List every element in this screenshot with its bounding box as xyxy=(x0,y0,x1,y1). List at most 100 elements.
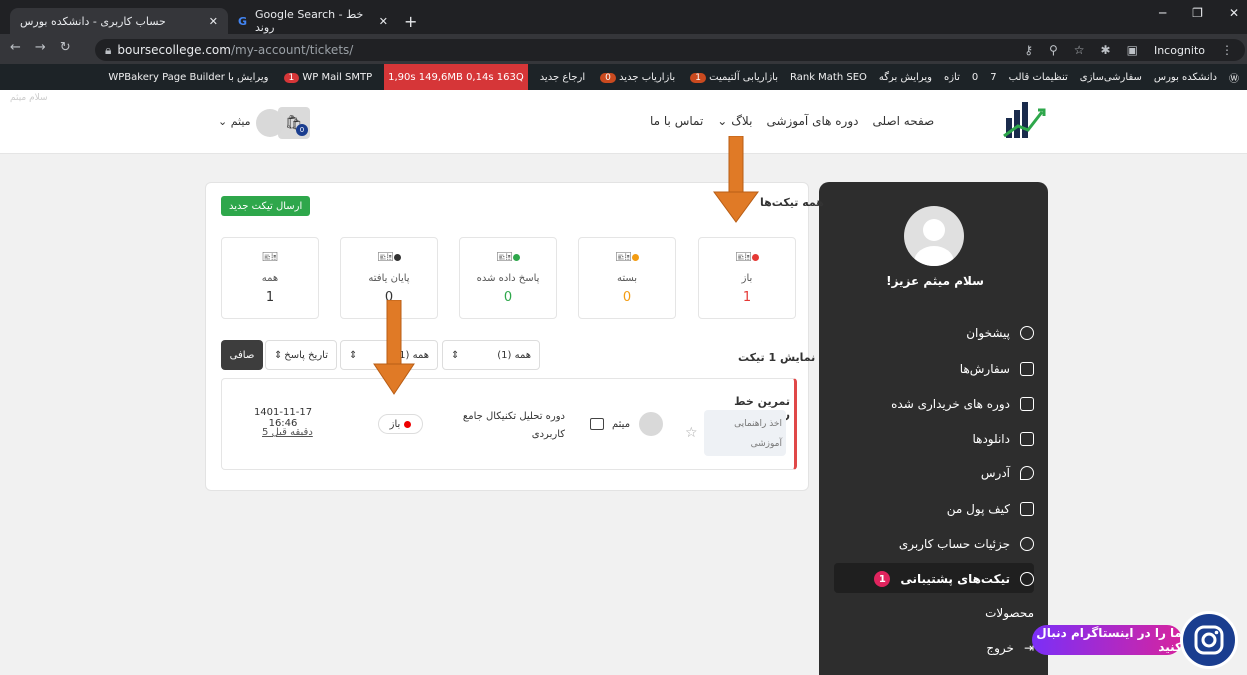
forward-icon[interactable]: → xyxy=(35,40,46,55)
sidebar-item-label: تیکت‌های پشتیبانی xyxy=(900,572,1010,586)
tab-title: Google Search - خط روند xyxy=(255,8,364,34)
dashboard-icon xyxy=(1020,326,1034,340)
user-name: میثم xyxy=(230,115,251,128)
select-arrows-icon: ⇕ xyxy=(451,349,460,361)
wp-logo-icon[interactable]: Ⓦ xyxy=(1229,70,1239,85)
key-icon[interactable]: ⚷ xyxy=(1024,43,1033,57)
stat-value: 0 xyxy=(503,290,513,305)
ticket-icon: 🎫︎ xyxy=(261,250,279,265)
admin-item[interactable]: ویرایش برگه xyxy=(879,72,932,83)
user-circle-icon xyxy=(1020,537,1034,551)
sidebar-item-label: پیشخوان xyxy=(966,326,1010,340)
admin-item[interactable]: 0 xyxy=(972,72,978,83)
google-icon: G xyxy=(238,14,248,28)
category-primary: اخذ راهنمایی xyxy=(734,419,782,429)
sidebar-item-label: آدرس xyxy=(980,466,1010,480)
admin-item-label: بازاریاب جدید xyxy=(619,71,676,83)
stat-all[interactable]: 🎫︎ همه 1 xyxy=(221,237,319,319)
restore-icon[interactable]: ❐ xyxy=(1192,6,1203,20)
back-icon[interactable]: ← xyxy=(10,40,21,55)
sidebar-item-wallet[interactable]: کیف پول من xyxy=(947,502,1034,516)
sidebar-item-address[interactable]: آدرس xyxy=(981,466,1034,480)
omnibox-icons: ⚷ ⚲ ☆ ✱ ▣ Incognito ⋮ xyxy=(1024,43,1233,57)
nav-contact[interactable]: تماس با ما xyxy=(650,114,703,128)
sidebar-item-dashboard[interactable]: پیشخوان xyxy=(966,326,1034,340)
message-icon xyxy=(590,418,604,430)
tab-google[interactable]: G Google Search - خط روند ✕ xyxy=(228,8,398,34)
menu-icon[interactable]: ⋮ xyxy=(1221,43,1233,57)
user-menu[interactable]: ⌄ میثم xyxy=(218,115,251,128)
filter-value: تاریخ پاسخ xyxy=(284,349,328,361)
nav-buttons: ← → ↻ xyxy=(10,40,71,55)
sidebar-item-logout[interactable]: ⇥ خروج xyxy=(986,641,1034,655)
nav-home[interactable]: صفحه اصلی xyxy=(872,114,934,128)
count-badge: 0 xyxy=(600,72,616,83)
panel-title: همه تیکت‌ها xyxy=(760,196,824,209)
filter-status[interactable]: همه (1) ⇕ xyxy=(442,340,540,370)
admin-item[interactable]: Rank Math SEO xyxy=(790,72,867,83)
select-arrows-icon: ⇕ xyxy=(274,349,283,361)
close-window-icon[interactable]: ✕ xyxy=(1229,6,1239,20)
stat-open[interactable]: 🎫︎ باز 1 xyxy=(698,237,796,319)
sidebar-item-products[interactable]: محصولات xyxy=(985,606,1034,620)
star-icon[interactable]: ☆ xyxy=(685,425,698,441)
main-navigation: صفحه اصلی دوره های آموزشی بلاگ ⌄ تماس با… xyxy=(650,114,934,128)
nav-courses[interactable]: دوره های آموزشی xyxy=(766,114,858,128)
incognito-indicator[interactable]: Incognito xyxy=(1153,43,1205,57)
admin-item[interactable]: سفارشی‌سازی xyxy=(1080,72,1142,83)
ticket-icon: 🎫︎ xyxy=(341,250,437,265)
new-ticket-button[interactable]: ارسال تیکت جدید xyxy=(221,196,311,216)
instagram-banner[interactable]: ما را در اینستاگرام دنبال کنید xyxy=(1032,625,1182,655)
stat-label: پاسخ داده شده xyxy=(476,273,540,284)
close-tab-icon[interactable]: ✕ xyxy=(379,15,388,28)
admin-item-label: WP Mail SMTP xyxy=(302,71,373,83)
wp-admin-bar: Ⓦ دانشکده بورس سفارشی‌سازی تنظیمات قالب … xyxy=(0,64,1247,90)
admin-item[interactable]: دانشکده بورس xyxy=(1154,72,1217,83)
new-tab-button[interactable]: + xyxy=(404,12,417,31)
sidebar-item-purchased-courses[interactable]: دوره های خریداری شده xyxy=(891,397,1034,411)
ticket-icon: 🎫︎ xyxy=(460,250,556,265)
sidebar-item-label: محصولات xyxy=(985,606,1034,620)
admin-item[interactable]: تنظیمات قالب xyxy=(1009,72,1068,83)
profile-avatar xyxy=(904,206,964,266)
user-avatar[interactable] xyxy=(256,109,284,137)
admin-item[interactable]: ارجاع جدید xyxy=(540,72,585,83)
ticket-count-badge: 1 xyxy=(874,571,891,587)
filter-button[interactable]: صافی xyxy=(221,340,263,370)
admin-item[interactable]: بازاریاب جدید 0 xyxy=(597,72,675,83)
minimize-icon[interactable]: ─ xyxy=(1159,6,1166,20)
status-dot-icon xyxy=(404,420,412,428)
sidebar-item-label: دوره های خریداری شده xyxy=(891,397,1010,411)
nav-blog-label: بلاگ xyxy=(731,114,753,128)
nav-blog[interactable]: بلاگ ⌄ xyxy=(717,114,752,128)
site-logo[interactable] xyxy=(1002,100,1046,143)
ticket-date: 1401-11-17 16:46 xyxy=(253,407,313,429)
status-label: باز xyxy=(389,418,401,430)
query-monitor[interactable]: 1,90s 149,6MB 0,14s 163Q xyxy=(384,64,528,90)
admin-item[interactable]: 7 xyxy=(990,72,996,83)
download-icon xyxy=(1020,432,1034,446)
sidebar-item-support-tickets[interactable]: تیکت‌های پشتیبانی 1 xyxy=(874,571,1034,587)
filter-sort[interactable]: تاریخ پاسخ ⇕ xyxy=(265,340,337,370)
zoom-icon[interactable]: ⚲ xyxy=(1049,43,1058,57)
site-header xyxy=(0,90,1247,154)
admin-item[interactable]: ویرایش با WPBakery Page Builder xyxy=(108,72,268,83)
admin-item[interactable]: 1 WP Mail SMTP xyxy=(281,71,373,83)
admin-item[interactable]: بازاریابی آلتیمیت 1 xyxy=(687,72,778,83)
cart-count: 0 xyxy=(296,124,308,136)
sidebar-item-orders[interactable]: سفارش‌ها xyxy=(960,362,1034,376)
extensions-icon[interactable]: ✱ xyxy=(1101,43,1111,57)
instagram-icon[interactable] xyxy=(1180,611,1238,669)
close-tab-icon[interactable]: ✕ xyxy=(209,15,218,28)
tab-account[interactable]: حساب کاربری - دانشکده بورس ✕ xyxy=(10,8,228,34)
sidebar-item-account-details[interactable]: جزئیات حساب کاربری xyxy=(899,537,1034,551)
star-icon[interactable]: ☆ xyxy=(1074,43,1085,57)
admin-item[interactable]: تازه xyxy=(944,72,960,83)
stat-closed[interactable]: 🎫︎ بسته 0 xyxy=(578,237,676,319)
stat-answered[interactable]: 🎫︎ پاسخ داده شده 0 xyxy=(459,237,557,319)
clipboard-icon xyxy=(1020,362,1034,376)
count-badge: 1 xyxy=(283,72,300,83)
sidepanel-icon[interactable]: ▣ xyxy=(1127,43,1138,57)
reload-icon[interactable]: ↻ xyxy=(60,40,71,55)
sidebar-item-downloads[interactable]: دانلودها xyxy=(972,432,1034,446)
